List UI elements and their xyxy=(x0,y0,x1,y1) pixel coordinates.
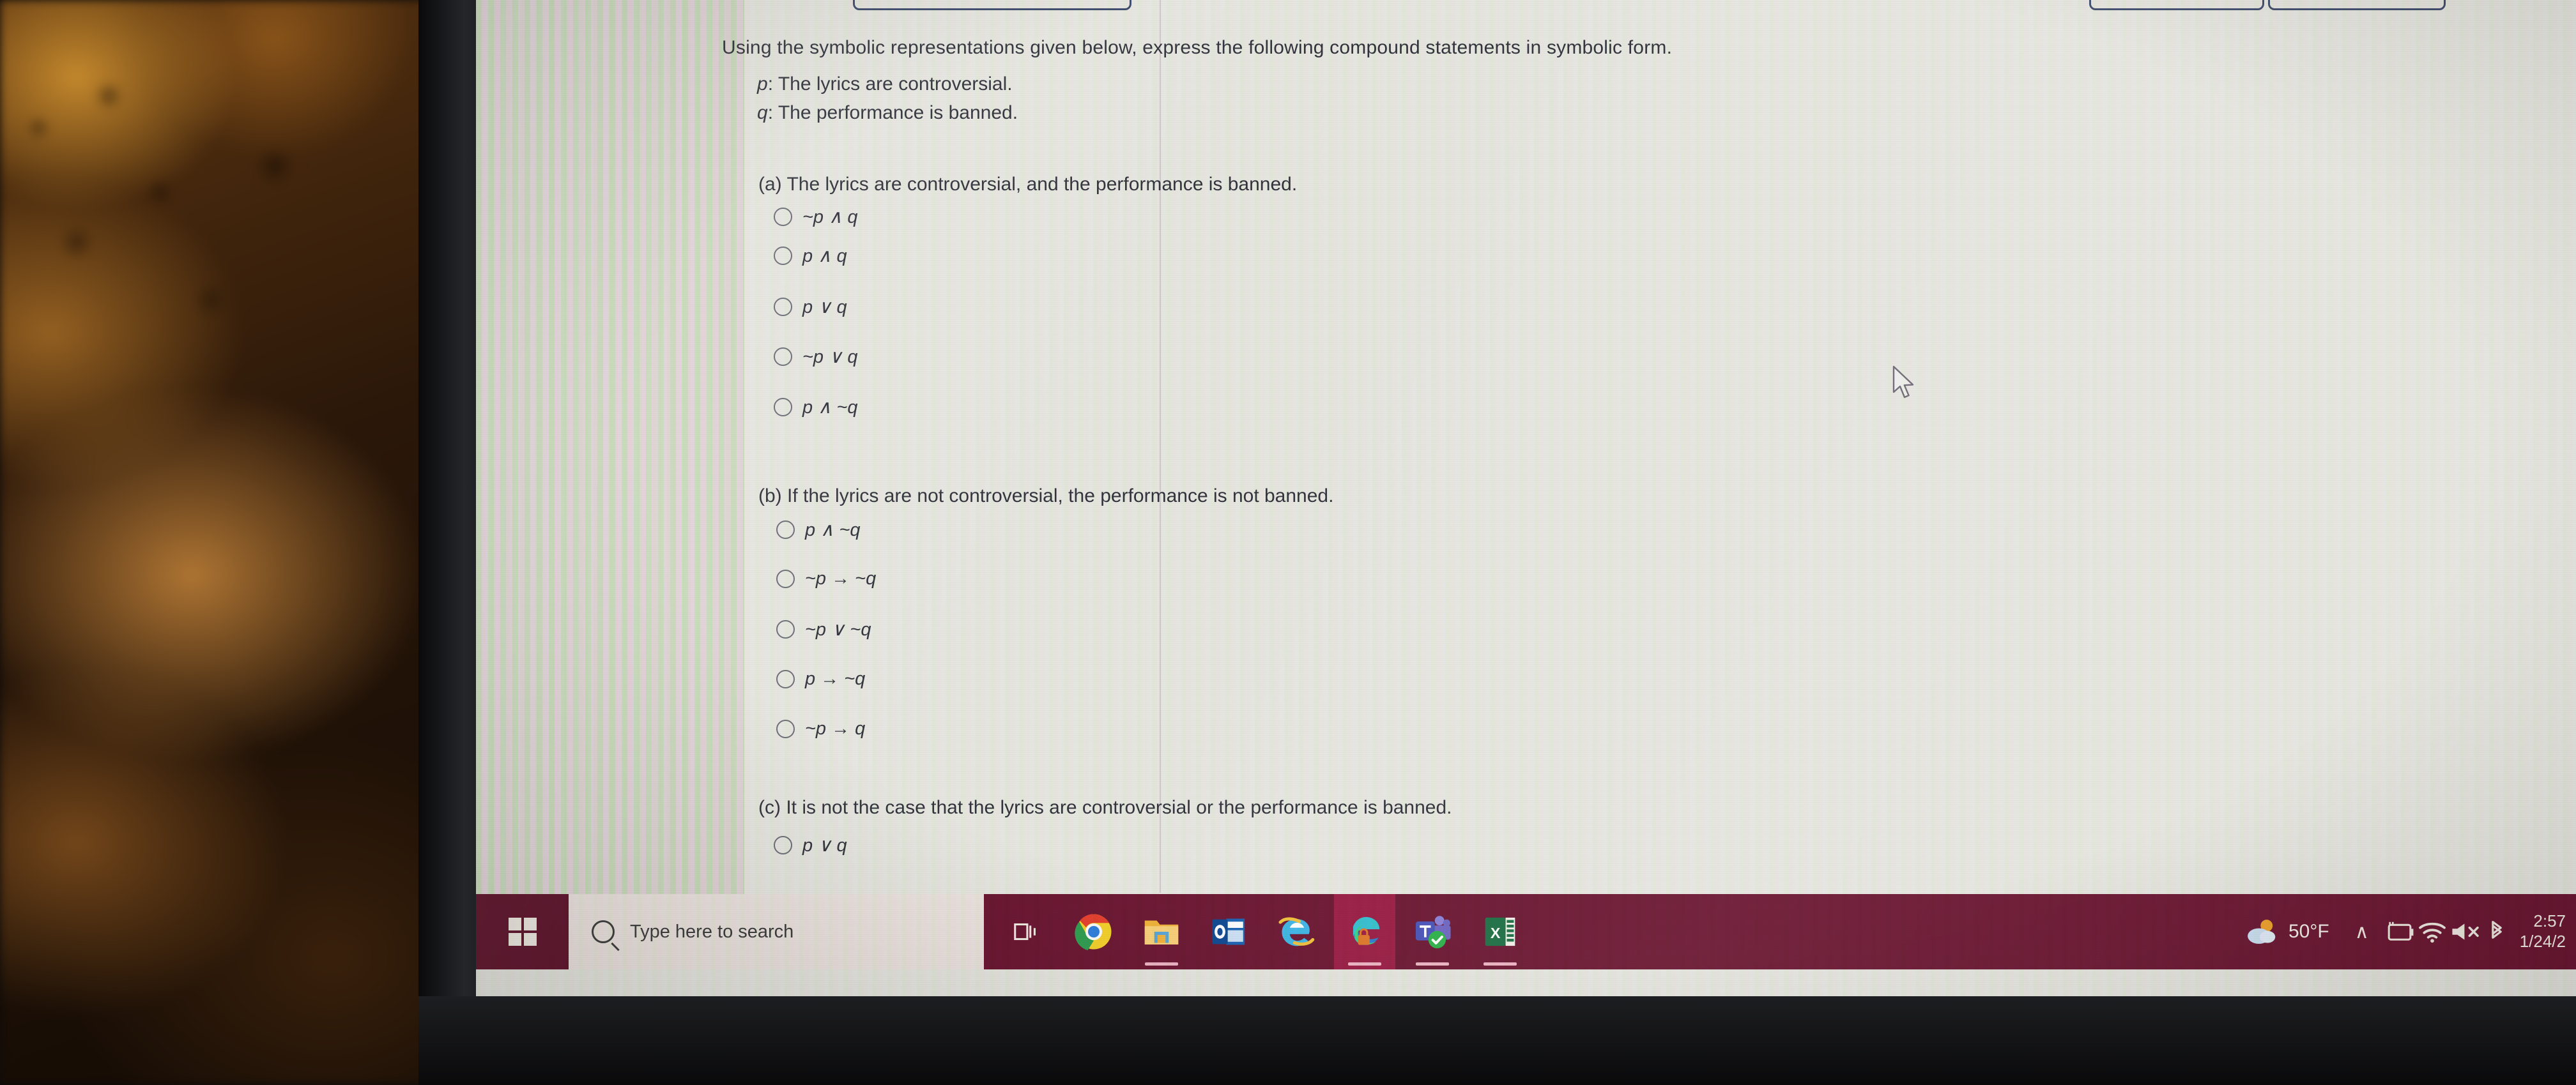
tray-show-hidden-icons[interactable]: ∧ xyxy=(2341,894,2383,969)
radio-button-icon[interactable] xyxy=(776,620,795,639)
radio-button-icon[interactable] xyxy=(774,398,792,416)
open-indicator xyxy=(1348,962,1381,966)
monitor-bezel-bottom xyxy=(418,996,2576,1085)
question-prompt: Using the symbolic representations given… xyxy=(722,37,1673,58)
radio-button-icon[interactable] xyxy=(774,298,792,316)
search-input[interactable]: Type here to search xyxy=(569,894,984,969)
tray-battery[interactable] xyxy=(2383,894,2416,969)
open-indicator xyxy=(1145,962,1178,966)
taskbar-item-chrome[interactable] xyxy=(1063,894,1124,969)
option-label: p ∧ ~q xyxy=(802,397,858,418)
option-label: ~p ∨ q xyxy=(802,347,858,367)
start-button[interactable] xyxy=(476,894,569,969)
part-b-option-4[interactable]: p → ~q xyxy=(776,669,865,690)
radio-button-icon[interactable] xyxy=(776,720,795,738)
taskbar-item-excel[interactable]: X xyxy=(1469,894,1531,969)
speaker-muted-icon xyxy=(2452,923,2479,940)
taskbar-item-edge[interactable] xyxy=(1334,894,1395,969)
clock-time: 2:57 xyxy=(2533,911,2566,931)
part-c-option-1[interactable]: p ∨ q xyxy=(774,834,847,856)
definition-q-text: : The performance is banned. xyxy=(767,102,1018,123)
definition-p-text: : The lyrics are controversial. xyxy=(767,73,1013,95)
part-c-label: (c) It is not the case that the lyrics a… xyxy=(758,797,1452,818)
monitor-screen: Using the symbolic representations given… xyxy=(476,0,2576,996)
part-b-option-2[interactable]: ~p → ~q xyxy=(776,568,876,589)
clock-date: 1/24/2 xyxy=(2519,932,2566,951)
part-b-option-3[interactable]: ~p ∨ ~q xyxy=(776,618,871,641)
part-a-option-5[interactable]: p ∧ ~q xyxy=(774,396,858,418)
windows-logo-icon xyxy=(508,918,537,946)
taskbar-item-internet-explorer[interactable] xyxy=(1266,894,1328,969)
part-a-label: (a) The lyrics are controversial, and th… xyxy=(758,174,1298,195)
task-view-icon xyxy=(1014,923,1036,941)
chevron-up-icon: ∧ xyxy=(2354,921,2369,943)
definition-p: p: The lyrics are controversial. xyxy=(757,73,1013,95)
option-label: ~p → ~q xyxy=(805,568,877,589)
part-b-option-1[interactable]: p ∧ ~q xyxy=(776,519,861,541)
tray-clock[interactable]: 2:57 1/24/2 xyxy=(2511,911,2570,952)
taskbar-item-file-explorer[interactable] xyxy=(1131,894,1192,969)
edge-icon xyxy=(1353,916,1380,945)
option-label: p ∧ ~q xyxy=(805,520,861,540)
answer-input-box-top-left[interactable] xyxy=(853,0,1131,10)
svg-text:X: X xyxy=(1491,925,1501,941)
tray-temperature: 50°F xyxy=(2288,921,2329,942)
part-a-option-2[interactable]: p ∧ q xyxy=(774,245,847,267)
homework-page: Using the symbolic representations given… xyxy=(476,0,2576,894)
option-label: ~p ∧ q xyxy=(802,207,858,227)
part-b-option-5[interactable]: ~p → q xyxy=(776,718,865,740)
file-explorer-icon xyxy=(1144,920,1179,945)
taskbar-pinned-icons: X xyxy=(995,894,1531,969)
open-indicator xyxy=(1483,962,1517,966)
radio-button-icon[interactable] xyxy=(774,347,792,366)
option-label: ~p ∨ ~q xyxy=(805,619,871,640)
tray-network[interactable] xyxy=(2416,894,2448,969)
wifi-icon xyxy=(2418,922,2446,943)
battery-charging-icon xyxy=(2388,922,2414,941)
bluetooth-icon xyxy=(2491,921,2502,939)
part-a-option-4[interactable]: ~p ∨ q xyxy=(774,345,858,368)
search-icon xyxy=(592,920,615,943)
definition-q: q: The performance is banned. xyxy=(757,102,1018,124)
tray-volume[interactable] xyxy=(2448,894,2483,969)
foreground-blurred-object xyxy=(0,0,434,1085)
toolbar-button-top-right-1[interactable] xyxy=(2089,0,2264,10)
taskbar-item-teams[interactable] xyxy=(1402,894,1463,969)
option-label: ~p → q xyxy=(805,718,866,739)
taskbar-item-task-view[interactable] xyxy=(995,894,1057,969)
option-label: p ∨ q xyxy=(802,297,847,317)
photographed-monitor-scene: Using the symbolic representations given… xyxy=(0,0,2576,1085)
toolbar-button-top-right-2[interactable] xyxy=(2268,0,2446,10)
excel-icon: X xyxy=(1485,917,1515,946)
radio-button-icon[interactable] xyxy=(774,208,792,226)
system-tray: 50°F ∧ 2:57 1/24/2 xyxy=(2234,894,2576,969)
radio-button-icon[interactable] xyxy=(774,247,792,265)
windows-taskbar: Type here to search X 50°F ∧ 2:57 1/24/2 xyxy=(476,894,2576,969)
tray-weather[interactable]: 50°F xyxy=(2234,894,2341,969)
content-left-rule xyxy=(1160,0,1161,893)
taskbar-item-outlook[interactable] xyxy=(1199,894,1260,969)
internet-explorer-icon xyxy=(1278,917,1315,946)
radio-button-icon[interactable] xyxy=(776,570,795,588)
part-a-option-1[interactable]: ~p ∧ q xyxy=(774,206,858,228)
arrow-cursor xyxy=(1892,365,1914,398)
symbol-q: q xyxy=(757,102,768,123)
option-label: p → ~q xyxy=(805,669,866,689)
tray-bluetooth[interactable] xyxy=(2483,894,2511,969)
radio-button-icon[interactable] xyxy=(774,836,792,854)
open-indicator xyxy=(1416,962,1449,966)
radio-button-icon[interactable] xyxy=(776,670,795,688)
outlook-icon xyxy=(1212,918,1245,945)
option-label: p ∧ q xyxy=(802,246,847,266)
option-label: p ∨ q xyxy=(802,835,847,856)
partly-cloudy-icon xyxy=(2248,920,2276,944)
symbol-p: p xyxy=(757,73,768,95)
chrome-icon xyxy=(1075,914,1112,950)
part-b-label: (b) If the lyrics are not controversial,… xyxy=(758,485,1334,506)
search-placeholder: Type here to search xyxy=(630,921,794,942)
teams-icon xyxy=(1415,916,1451,949)
radio-button-icon[interactable] xyxy=(776,520,795,539)
part-a-option-3[interactable]: p ∨ q xyxy=(774,296,847,318)
